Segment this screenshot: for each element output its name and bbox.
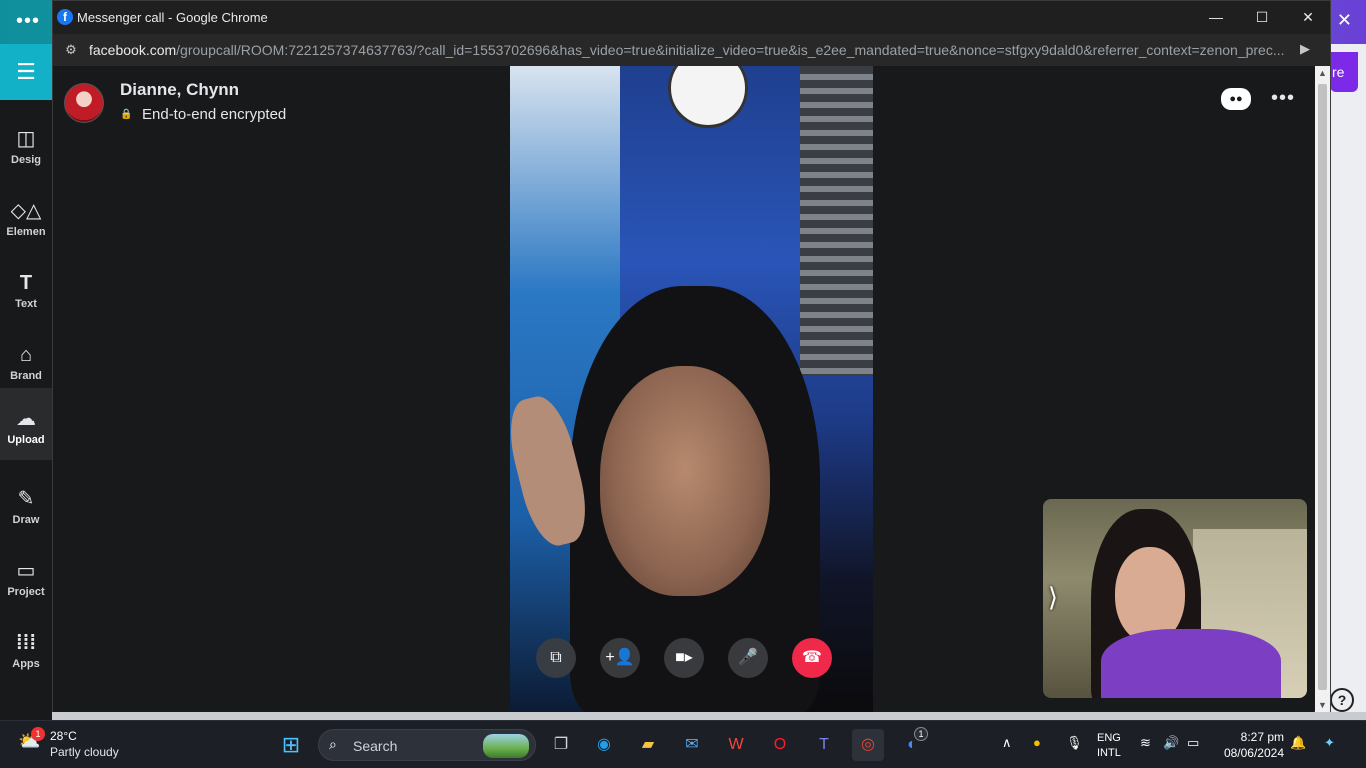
scroll-up-icon[interactable]: ▲	[1318, 68, 1327, 78]
clock-time[interactable]: 8:27 pm	[1222, 730, 1284, 744]
messenger-badge: 1	[914, 727, 928, 741]
microphone-button[interactable]: 🎤	[728, 638, 768, 678]
remote-video	[510, 66, 873, 712]
search-box[interactable]: ⌕ Search	[318, 729, 536, 761]
search-highlight-image	[483, 734, 529, 758]
sidebar-item-label: Apps	[12, 658, 40, 670]
camera-permission-icon[interactable]: ▶	[1300, 41, 1318, 59]
opera-icon[interactable]: O	[764, 729, 796, 761]
app-tray-icon[interactable]: ●	[1033, 735, 1041, 750]
copilot-icon[interactable]: ✦	[1324, 735, 1335, 751]
folder-icon: ▭	[16, 560, 36, 582]
scroll-down-icon[interactable]: ▼	[1318, 700, 1327, 710]
volume-icon[interactable]: 🔊	[1163, 735, 1179, 751]
encryption-status: End-to-end encrypted	[142, 106, 287, 123]
chrome-popup-window: f Messenger call - Google Chrome — ☐ ✕ ⚙…	[52, 0, 1331, 712]
canva-right-panel	[1330, 44, 1366, 712]
clock-date[interactable]: 08/06/2024	[1216, 746, 1284, 760]
sidebar-item-label: Brand	[10, 370, 42, 382]
screen-share-icon: ⧉	[550, 649, 562, 666]
mail-icon[interactable]: ✉	[676, 729, 708, 761]
title-bar[interactable]: f Messenger call - Google Chrome — ☐ ✕	[53, 1, 1330, 34]
url-text[interactable]: facebook.com/groupcall/ROOM:722125737463…	[89, 42, 1289, 58]
sidebar-item-label: Elemen	[6, 226, 46, 238]
sidebar-item-draw[interactable]: ✎ Draw	[0, 468, 52, 540]
sidebar-item-uploads[interactable]: ☁ Upload	[0, 388, 52, 460]
text-icon: T	[19, 272, 33, 294]
sidebar-item-brand[interactable]: ⌂ Brand	[0, 324, 52, 396]
sidebar-item-projects[interactable]: ▭ Project	[0, 540, 52, 612]
microphone-icon: 🎤	[738, 649, 758, 666]
sidebar-item-label: Desig	[11, 154, 41, 166]
scrollbar-thumb[interactable]	[1318, 84, 1327, 690]
windows-start-icon[interactable]: ⊞	[275, 729, 307, 761]
weather-condition[interactable]: Partly cloudy	[50, 745, 119, 759]
add-person-icon: +👤	[605, 649, 635, 666]
brand-icon: ⌂	[19, 344, 33, 366]
sidebar-item-apps[interactable]: ⁞⁞⁞ Apps	[0, 612, 52, 684]
search-label: Search	[353, 738, 398, 754]
notification-badge: 1	[31, 727, 45, 741]
camera-button[interactable]: ■▸	[664, 638, 704, 678]
self-view-video[interactable]: ⟩	[1043, 499, 1307, 698]
scrollbar[interactable]: ▲ ▼	[1315, 66, 1330, 712]
notification-bell-icon[interactable]: 🔔	[1290, 735, 1306, 751]
call-area: Dianne, Chynn 🔒 End-to-end encrypted ●● …	[53, 66, 1314, 712]
minimize-button[interactable]: —	[1193, 1, 1239, 34]
facebook-icon: f	[57, 9, 73, 25]
sidebar-item-label: Project	[7, 586, 45, 598]
more-dots-icon[interactable]: •••	[16, 10, 40, 33]
phone-hangup-icon: ☎	[802, 649, 822, 666]
sidebar-item-elements[interactable]: ◇△ Elemen	[0, 180, 52, 252]
maximize-button[interactable]: ☐	[1239, 1, 1285, 34]
chrome-icon[interactable]: ◎	[852, 729, 884, 761]
temperature[interactable]: 28°C	[50, 729, 77, 743]
microphone-tray-icon[interactable]: 🎙	[1066, 735, 1083, 751]
avatar	[64, 83, 104, 123]
close-icon[interactable]: ✕	[1337, 10, 1352, 31]
grid-icon: ⁞⁞⁞	[16, 632, 36, 654]
sidebar-item-text[interactable]: T Text	[0, 252, 52, 324]
site-info-icon[interactable]: ⚙	[61, 40, 81, 60]
teams-icon[interactable]: T	[808, 729, 840, 761]
sidebar-item-label: Draw	[12, 514, 40, 526]
sidebar-item-design[interactable]: ◫ Desig	[0, 108, 52, 180]
address-bar[interactable]: ⚙ facebook.com/groupcall/ROOM:7221257374…	[53, 34, 1330, 66]
close-window-button[interactable]: ✕	[1285, 1, 1331, 34]
lock-icon: 🔒	[120, 109, 133, 120]
add-people-button[interactable]: +👤	[600, 638, 640, 678]
share-screen-button[interactable]: ⧉	[536, 638, 576, 678]
share-button[interactable]: re	[1330, 52, 1358, 92]
shapes-icon: ◇△	[10, 200, 42, 222]
gamepad-icon[interactable]: ●●	[1221, 88, 1251, 110]
language-indicator[interactable]: ENG INTL	[1097, 731, 1121, 761]
file-explorer-icon[interactable]: ▰	[632, 729, 664, 761]
sidebar-item-label: Upload	[7, 434, 45, 446]
video-camera-icon: ■▸	[675, 649, 693, 666]
window-title: Messenger call - Google Chrome	[77, 10, 268, 25]
battery-icon[interactable]: ▭	[1187, 735, 1199, 751]
help-icon[interactable]: ?	[1330, 688, 1354, 712]
pen-icon: ✎	[17, 488, 35, 510]
call-participants-name: Dianne, Chynn	[120, 80, 240, 99]
sidebar-item-label: Text	[15, 298, 37, 310]
search-icon: ⌕	[329, 736, 337, 752]
upload-cloud-icon: ☁	[16, 408, 36, 430]
canva-bottom-strip	[52, 712, 1366, 720]
layout-icon: ◫	[16, 128, 36, 150]
end-call-button[interactable]: ☎	[792, 638, 832, 678]
more-options-icon[interactable]: •••	[1269, 86, 1297, 110]
wps-office-icon[interactable]: W	[720, 729, 752, 761]
chevron-up-icon[interactable]: ∧	[1002, 735, 1012, 751]
chevron-right-icon[interactable]: ⟩	[1043, 579, 1063, 615]
hamburger-menu-icon[interactable]: ☰	[0, 44, 52, 100]
edge-icon[interactable]: ◉	[588, 729, 620, 761]
wifi-icon[interactable]: ≋	[1140, 735, 1151, 751]
task-view-icon[interactable]: ❐	[545, 729, 577, 761]
taskbar: ⛅ 1 28°C Partly cloudy ⊞ ⌕ Search ❐ ◉ ▰ …	[0, 720, 1366, 768]
